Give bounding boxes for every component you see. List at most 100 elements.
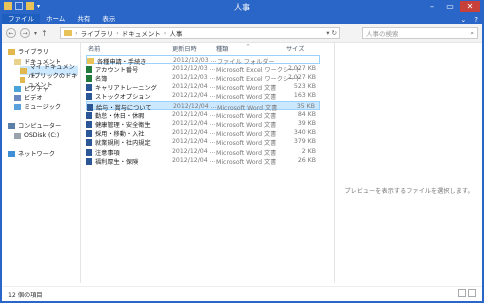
pictures-icon [14, 85, 21, 92]
file-size: 163 KB [293, 92, 316, 100]
maximize-button[interactable]: ▭ [442, 1, 458, 12]
network-icon [8, 150, 15, 157]
word-file-icon [86, 148, 92, 156]
documents-icon [14, 58, 21, 65]
file-row[interactable]: 採用・移動・入社 2012/12/04 ... Microsoft Word 文書 3… [86, 129, 320, 138]
file-name: 勤怠・休日・休暇 [95, 112, 145, 120]
file-date: 2012/12/03 ... [172, 64, 216, 72]
file-type: Microsoft Word 文書 [216, 94, 277, 102]
large-icons-view-button[interactable] [468, 289, 476, 297]
back-button[interactable]: ← [6, 28, 16, 38]
file-date: 2012/12/03 ... [173, 56, 217, 64]
nav-item-computer[interactable]: コンピューター [8, 121, 61, 130]
folder-icon [20, 76, 25, 83]
file-row[interactable]: 注意事項 2012/12/04 ... Microsoft Word 文書 2 KB [86, 147, 320, 157]
nav-item-public-documents[interactable]: パブリックのドキュメント [20, 73, 80, 89]
file-name: 名簿 [95, 75, 108, 83]
file-size: 39 KB [297, 119, 316, 127]
nav-item-osdisk[interactable]: OSDisk (C:) [14, 131, 59, 140]
file-size: 35 KB [296, 102, 315, 110]
forward-button[interactable]: → [20, 28, 30, 38]
up-button[interactable]: ↑ [41, 29, 48, 38]
file-type: Microsoft Word 文書 [216, 112, 277, 120]
tab-file[interactable]: ファイル [2, 14, 40, 24]
tab-view[interactable]: 表示 [96, 14, 121, 24]
search-icon: ⌕ [470, 28, 474, 37]
file-name: 採用・移動・入社 [95, 131, 145, 139]
file-type: Microsoft Word 文書 [216, 121, 277, 129]
minimize-button[interactable]: – [424, 1, 440, 12]
file-name: 健康管理・安全衛生 [95, 121, 151, 129]
file-row[interactable]: 給与・賞与について 2012/12/04 ... Microsoft Word 文書… [86, 101, 320, 112]
file-name: 福利厚生・保険 [95, 158, 139, 166]
file-date: 2012/12/03 ... [172, 73, 216, 81]
folder-icon [64, 30, 72, 36]
column-header-size[interactable]: サイズ [286, 44, 304, 53]
videos-icon [14, 94, 21, 101]
sort-indicator-icon: ^ [246, 44, 251, 50]
address-bar[interactable]: › ライブラリ › ドキュメント › 人事 ▾ ↻ [60, 27, 340, 39]
tab-home[interactable]: ホーム [40, 14, 71, 24]
file-size: 2 KB [301, 147, 316, 155]
expand-ribbon-icon[interactable]: ⌄ [456, 16, 470, 24]
file-name: キャリアトレーニング [95, 85, 157, 93]
preview-message: プレビューを表示するファイルを選択します。 [344, 188, 474, 195]
file-name: 就業規則・社内規定 [95, 140, 151, 148]
column-header-date[interactable]: 更新日時 [172, 44, 197, 53]
column-header-name[interactable]: 名前 [88, 44, 100, 53]
file-date: 2012/12/04 ... [172, 147, 216, 155]
word-file-icon [86, 120, 92, 128]
file-size: 2,027 KB [288, 64, 316, 72]
file-date: 2012/12/04 ... [173, 102, 217, 110]
nav-item-pictures[interactable]: ピクチャ [14, 84, 49, 93]
file-row[interactable]: 名簿 2012/12/03 ... Microsoft Excel ワークシート 2,… [86, 73, 320, 83]
file-row[interactable]: キャリアトレーニング 2012/12/04 ... Microsoft Word 文… [86, 83, 320, 92]
navigation-pane: ライブラリ ドキュメント マイ ドキュメント パブリックのドキュメント ピクチャ… [2, 43, 81, 283]
nav-item-videos[interactable]: ビデオ [14, 93, 43, 102]
word-file-icon [86, 111, 92, 119]
tab-share[interactable]: 共有 [71, 14, 96, 24]
word-file-icon [86, 130, 92, 138]
computer-icon [8, 122, 15, 129]
file-size: 523 KB [293, 83, 316, 91]
column-header-type[interactable]: 種類 [216, 44, 228, 53]
file-row[interactable]: 勤怠・休日・休暇 2012/12/04 ... Microsoft Word 文書 8… [86, 110, 320, 120]
file-size: 84 KB [297, 110, 316, 118]
file-size: 340 KB [293, 129, 316, 137]
search-placeholder: 人事の検索 [366, 30, 399, 38]
folder-icon [20, 67, 27, 74]
breadcrumb-libraries[interactable]: ライブラリ [81, 28, 114, 38]
file-date: 2012/12/04 ... [172, 119, 216, 127]
recent-locations-icon[interactable]: ▾ [34, 30, 37, 37]
refresh-icon[interactable]: ↻ [332, 29, 337, 37]
word-file-icon [86, 139, 92, 147]
file-row[interactable]: アカウント番号 2012/12/03 ... Microsoft Excel ワーク… [86, 64, 320, 74]
file-name: ストックオプション [95, 94, 151, 102]
breadcrumb-jinji[interactable]: 人事 [169, 28, 182, 38]
window-title: 人事 [234, 3, 250, 12]
file-date: 2012/12/04 ... [172, 92, 216, 100]
file-row[interactable]: 就業規則・社内規定 2012/12/04 ... Microsoft Word 文書… [86, 138, 320, 147]
help-icon[interactable]: ? [470, 16, 482, 24]
file-type: Microsoft Word 文書 [216, 158, 277, 166]
file-type: Microsoft Word 文書 [216, 149, 277, 157]
search-input[interactable]: 人事の検索 ⌕ [362, 27, 478, 39]
file-row[interactable]: ストックオプション 2012/12/04 ... Microsoft Word 文書… [86, 92, 320, 101]
file-type: Microsoft Word 文書 [216, 85, 277, 93]
nav-item-network[interactable]: ネットワーク [8, 149, 55, 158]
nav-item-libraries[interactable]: ライブラリ [8, 47, 49, 56]
file-row[interactable]: 福利厚生・保険 2012/12/04 ... Microsoft Word 文書 26… [86, 156, 320, 166]
details-view-button[interactable] [458, 289, 466, 297]
file-row[interactable]: 健康管理・安全衛生 2012/12/04 ... Microsoft Word 文書… [86, 119, 320, 129]
file-size: 2,027 KB [288, 73, 316, 81]
ribbon-tabs: ファイル ホーム 共有 表示 ⌄ ? [2, 14, 482, 24]
file-row[interactable]: 各種申請・手続き 2012/12/03 ... ファイル フォルダー [86, 55, 320, 66]
file-date: 2012/12/04 ... [172, 110, 216, 118]
breadcrumb-documents[interactable]: ドキュメント [122, 28, 161, 38]
address-dropdown-icon[interactable]: ▾ [326, 29, 329, 37]
excel-file-icon [86, 65, 92, 73]
excel-file-icon [86, 74, 92, 82]
library-icon [8, 48, 15, 55]
nav-item-music[interactable]: ミュージック [14, 102, 61, 111]
close-button[interactable]: ✕ [460, 1, 480, 12]
